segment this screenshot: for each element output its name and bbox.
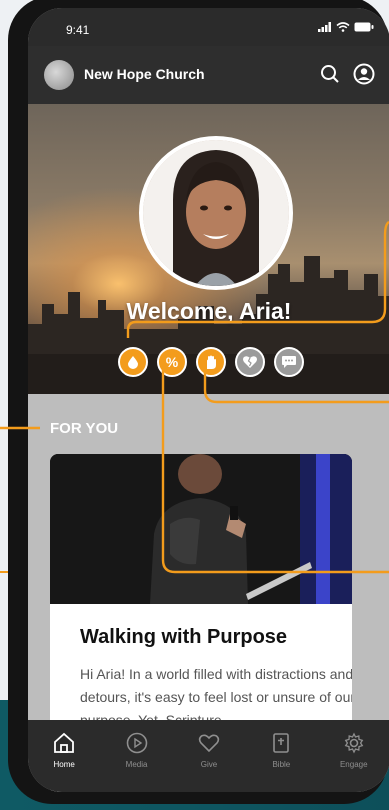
card-title: Walking with Purpose — [80, 626, 288, 648]
status-bar: 9:41 — [28, 8, 389, 46]
heart-icon — [198, 734, 220, 753]
tab-label-home: Home — [53, 760, 75, 769]
status-time: 9:41 — [66, 23, 90, 37]
app-header: New Hope Church — [28, 46, 389, 104]
user-icon — [353, 63, 375, 85]
app-screen: 9:41 New Hope Church Welcome, Aria! % FO… — [28, 8, 389, 792]
battery-icon — [354, 22, 374, 32]
profile-photo — [143, 140, 289, 286]
search-icon — [321, 65, 339, 83]
drop-action-button[interactable] — [118, 347, 148, 377]
church-name: New Hope Church — [84, 66, 205, 82]
tab-bible[interactable]: Bible — [251, 732, 311, 769]
hand-action-button[interactable] — [196, 347, 226, 377]
speaker-photo — [50, 454, 352, 604]
tab-media[interactable]: Media — [107, 732, 167, 769]
heart-action-button[interactable] — [235, 347, 265, 377]
tab-give[interactable]: Give — [179, 732, 239, 769]
bottom-tab-bar: Home Media Give Bible Engage — [28, 720, 389, 792]
profile-avatar[interactable] — [139, 136, 293, 290]
hero-banner: Welcome, Aria! % — [28, 104, 389, 394]
percent-icon: % — [165, 354, 179, 370]
search-button[interactable] — [318, 62, 342, 86]
tab-label-media: Media — [125, 760, 148, 769]
welcome-message: Welcome, Aria! — [126, 298, 292, 324]
phone-frame: 9:41 New Hope Church Welcome, Aria! % FO… — [8, 0, 389, 804]
tab-home[interactable]: Home — [34, 732, 94, 769]
profile-button[interactable] — [352, 62, 376, 86]
quick-action-icons: % — [118, 347, 304, 377]
tab-engage[interactable]: Engage — [324, 732, 384, 769]
home-icon — [54, 732, 75, 753]
section-title: FOR YOU — [50, 420, 119, 437]
broken-heart-icon — [243, 356, 257, 368]
status-icons — [318, 22, 374, 32]
tab-label-give: Give — [200, 760, 218, 769]
chat-icon — [282, 356, 296, 368]
tab-label-bible: Bible — [272, 760, 291, 769]
tab-label-engage: Engage — [339, 760, 368, 769]
play-icon — [126, 732, 147, 754]
drop-icon — [128, 356, 138, 369]
gear-icon — [344, 732, 364, 754]
bible-icon — [273, 733, 290, 753]
chat-action-button[interactable] — [274, 347, 304, 377]
signal-icon — [318, 22, 331, 32]
church-logo[interactable] — [44, 60, 74, 90]
wifi-icon — [336, 22, 350, 32]
percent-action-button[interactable]: % — [157, 347, 187, 377]
hand-icon — [207, 355, 216, 369]
card-image — [50, 454, 352, 604]
